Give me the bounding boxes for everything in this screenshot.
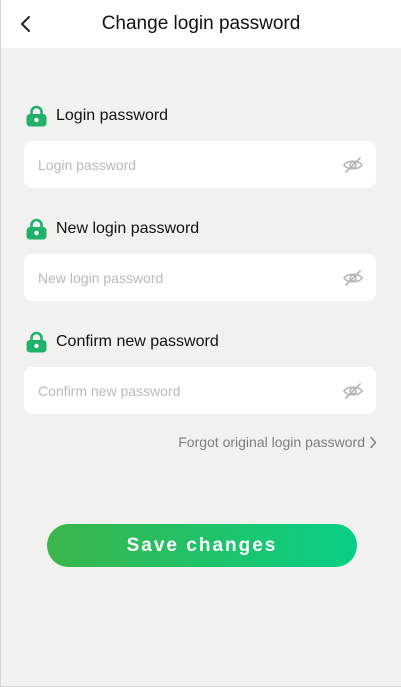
field-label-confirm-new-password: Confirm new password xyxy=(25,330,219,354)
field-label-login-password: Login password xyxy=(25,104,168,128)
lock-icon xyxy=(26,218,47,240)
new-login-password-field-box xyxy=(24,254,376,301)
forgot-password-link[interactable]: Forgot original login password xyxy=(178,434,377,450)
chevron-right-icon xyxy=(370,436,377,448)
login-password-input[interactable] xyxy=(24,141,334,188)
field-label-text: New login password xyxy=(56,220,200,237)
field-label-text: Confirm new password xyxy=(56,333,219,350)
field-label-new-login-password: New login password xyxy=(25,217,199,241)
forgot-password-link-label: Forgot original login password xyxy=(178,434,365,450)
eye-off-icon[interactable] xyxy=(342,380,364,402)
lock-icon xyxy=(26,331,47,353)
back-button[interactable] xyxy=(15,12,37,36)
field-label-text: Login password xyxy=(56,107,169,124)
chevron-left-icon xyxy=(21,16,30,32)
save-changes-button[interactable]: Save changes xyxy=(47,524,357,567)
page-title: Change login password xyxy=(101,13,301,34)
lock-icon xyxy=(26,105,47,127)
top-bar: Change login password xyxy=(1,0,401,48)
eye-off-icon[interactable] xyxy=(342,267,364,289)
login-password-field-box xyxy=(24,141,376,188)
eye-off-icon[interactable] xyxy=(342,154,364,176)
confirm-new-password-input[interactable] xyxy=(24,367,334,414)
new-login-password-input[interactable] xyxy=(24,254,334,301)
change-password-screen: Change login password Login password New… xyxy=(0,0,401,687)
confirm-new-password-field-box xyxy=(24,367,376,414)
